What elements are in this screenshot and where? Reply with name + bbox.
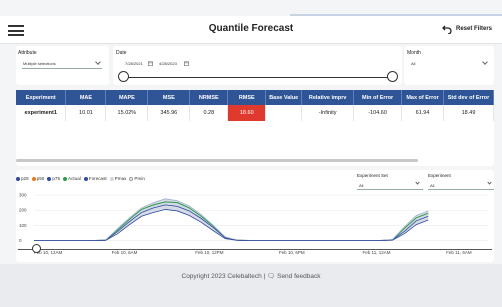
quantile-band (34, 198, 429, 241)
x-tick-label: Feb 11, 12AM (363, 250, 391, 255)
legend-item[interactable]: Pmax (109, 176, 127, 181)
table-cell: -Infinity (301, 105, 355, 121)
table-cell: 61.94 (401, 105, 444, 121)
chevron-down-icon[interactable] (95, 59, 101, 65)
date-filter-card: Date 7/28/2021 4/28/2023 (113, 46, 402, 85)
attribute-filter-card: Attribute Multiple selections (16, 46, 109, 85)
legend-item[interactable]: Forecast (83, 176, 107, 181)
feedback-icon: 🗨 (267, 273, 276, 280)
x-tick-label: Feb 10, 12PM (195, 250, 224, 255)
table-cell: 345.96 (147, 105, 191, 121)
quantile-forecast-chart: 0100200300Feb 10, 12AM Feb 10, 6AM Feb 10,… (19, 193, 488, 255)
experiment-label: Experiment (428, 173, 451, 178)
experiment-set-label: Experiment Set (357, 173, 388, 178)
legend-item[interactable]: p75 (47, 176, 60, 181)
table-cell: -104.60 (353, 105, 403, 121)
date-end-input[interactable]: 4/28/2023 (159, 61, 177, 66)
x-tick-label: Feb 11, 6AM (446, 250, 472, 255)
column-header[interactable]: MAPE (105, 90, 149, 105)
undo-icon (442, 25, 452, 34)
table-horizontal-scrollbar[interactable] (16, 159, 418, 162)
table-cell (265, 105, 303, 121)
page: Quantile Forecast Reset Filters Attribut… (0, 0, 502, 307)
date-label: Date (116, 50, 127, 56)
x-tick-label: Feb 10, 6AM (112, 250, 138, 255)
legend-label: Actual (68, 176, 81, 181)
legend-dot-p75 (47, 176, 52, 181)
legend-dot-p50 (31, 176, 36, 181)
table-header-row: Experiment MAE MAPE MSE NRMSE RMSE Base … (16, 90, 494, 105)
table-cell: 10.01 (65, 105, 107, 121)
date-start-input[interactable]: 7/28/2021 (125, 61, 143, 66)
calendar-icon[interactable] (184, 61, 189, 66)
experiment-select[interactable]: All (430, 183, 434, 188)
column-header[interactable]: Min of Error (353, 90, 403, 105)
metrics-table: Experiment MAE MAPE MSE NRMSE RMSE Base … (16, 90, 494, 121)
column-header[interactable]: MSE (147, 90, 191, 105)
legend-dot-pmin (129, 176, 134, 181)
zoom-slider-track (18, 249, 492, 250)
column-header[interactable]: Relative imprv (301, 90, 355, 105)
attribute-select[interactable]: Multiple selections (23, 61, 56, 66)
legend-label: p25 (21, 176, 29, 181)
date-range-slider-track (123, 77, 393, 78)
series-line-pmax (34, 198, 429, 241)
zoom-slider-handle[interactable] (32, 244, 41, 253)
legend-dot-forecast (83, 176, 88, 181)
table-cell: 15.02% (105, 105, 149, 121)
chart-legend: p25 p50 p75 Actual Forecast Pmax Pmin (16, 176, 145, 181)
column-header[interactable]: MAE (65, 90, 107, 105)
column-header[interactable]: RMSE (227, 90, 267, 105)
table-cell-highlighted: 18.60 (227, 105, 267, 121)
experiment-set-select[interactable]: All (359, 183, 363, 188)
legend-item[interactable]: p25 (16, 176, 29, 181)
legend-dot-actual (63, 176, 68, 181)
table-cell: 18.49 (443, 105, 494, 121)
legend-dot-p25 (16, 176, 20, 181)
footer-text: Copyright 2023 Celebaltech | 🗨 Send feed… (0, 272, 502, 280)
copyright-text: Copyright 2023 Celebaltech | (181, 273, 266, 280)
table-cell: 0.28 (189, 105, 229, 121)
legend-item[interactable]: Actual (63, 176, 81, 181)
legend-label: Forecast (88, 176, 107, 181)
y-tick-label: 200 (19, 208, 27, 213)
attribute-select-underline (22, 68, 102, 69)
month-label: Month (407, 50, 421, 56)
send-feedback-link[interactable]: Send feedback (277, 273, 320, 280)
y-tick-label: 100 (19, 223, 27, 228)
chevron-down-icon[interactable] (482, 59, 488, 65)
date-range-start-handle[interactable] (118, 71, 129, 82)
header-bar: Quantile Forecast Reset Filters (0, 16, 502, 44)
calendar-icon[interactable] (148, 61, 153, 66)
legend-item[interactable]: p50 (31, 176, 45, 181)
y-tick-label: 0 (19, 238, 22, 243)
series-line-pmin (34, 209, 429, 241)
legend-dot-pmax (109, 176, 114, 181)
legend-item[interactable]: Pmin (129, 176, 145, 181)
x-tick-label: Feb 10, 6PM (279, 250, 305, 255)
series-line-actual (34, 201, 429, 241)
month-filter-card: Month All (404, 46, 494, 85)
column-header[interactable]: Max of Error (401, 90, 444, 105)
column-header[interactable]: NRMSE (189, 90, 229, 105)
date-range-end-handle[interactable] (387, 71, 398, 82)
table-cell: experiment1 (16, 105, 67, 121)
column-header[interactable]: Base Value (265, 90, 303, 105)
legend-label: p75 (52, 176, 61, 181)
legend-label: Pmax (114, 176, 127, 181)
attribute-label: Attribute (18, 50, 37, 56)
table-row[interactable]: experiment1 10.01 15.02% 345.96 0.28 18.… (16, 105, 494, 121)
column-header[interactable]: Experiment (16, 90, 67, 105)
legend-label: Pmin (134, 176, 145, 181)
y-tick-label: 300 (19, 193, 27, 198)
column-header[interactable]: Std dev of Error (443, 90, 494, 105)
footer: Copyright 2023 Celebaltech | 🗨 Send feed… (0, 264, 502, 307)
month-select[interactable]: All (411, 61, 415, 66)
legend-label: p50 (36, 176, 45, 181)
page-title: Quantile Forecast (208, 23, 294, 34)
reset-filters-button[interactable]: Reset Filters (442, 24, 492, 34)
reset-filters-label: Reset Filters (455, 26, 492, 32)
